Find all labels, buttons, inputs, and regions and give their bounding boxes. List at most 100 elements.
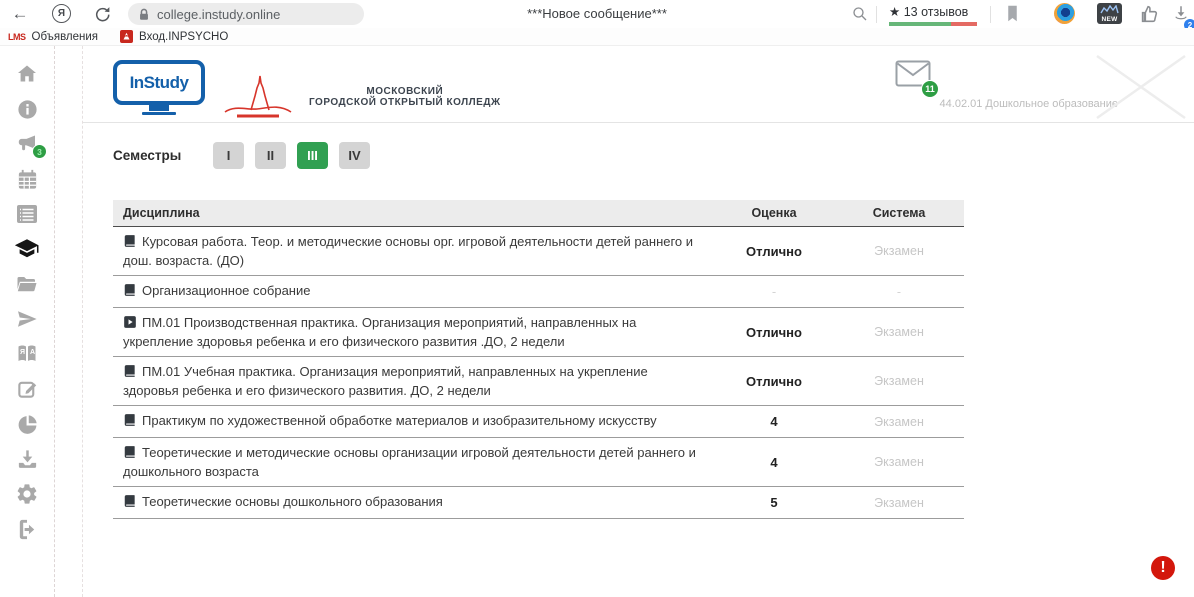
page-header: InStudy МОСКОВСКИЙ ГОРОДСКОЙ ОТКРЫТЫЙ КО…	[83, 54, 1194, 123]
table-body: Курсовая работа. Теор. и методические ос…	[113, 227, 964, 519]
system-cell: Экзамен	[834, 496, 964, 510]
graduation-cap-icon	[14, 237, 40, 261]
reviews-widget[interactable]: ★ 13 отзывов	[889, 4, 981, 26]
semesters-label: Семестры	[113, 148, 179, 163]
semester-button-3-active[interactable]: III	[297, 142, 328, 169]
rate-page-button[interactable]	[1138, 3, 1160, 30]
table-row[interactable]: Курсовая работа. Теор. и методические ос…	[113, 227, 964, 276]
toolbar-separator	[876, 6, 877, 23]
bookmark-label: Вход.INPSYCHO	[139, 31, 228, 43]
sidebar-item-files[interactable]	[14, 272, 40, 296]
discipline-cell: Теоретические и методические основы орга…	[113, 438, 714, 486]
instudy-monitor-icon: InStudy	[113, 60, 205, 105]
bookmark-announcements[interactable]: LMS Объявления	[8, 31, 98, 43]
system-cell: -	[834, 285, 964, 299]
college-logo: МОСКОВСКИЙ ГОРОДСКОЙ ОТКРЫТЫЙ КОЛЛЕДЖ	[221, 66, 501, 118]
svg-text:Я: Я	[20, 349, 25, 356]
dictionary-icon: AЯ	[15, 343, 39, 365]
mail-badge: 11	[921, 80, 939, 98]
grade-cell: Отлично	[714, 244, 834, 259]
inpsycho-icon	[120, 30, 133, 43]
star-icon: ★	[889, 5, 900, 19]
grades-table: Дисциплина Оценка Система Курсовая работ…	[113, 200, 964, 519]
play-icon	[123, 315, 137, 333]
bookmark-inpsycho[interactable]: Вход.INPSYCHO	[120, 30, 228, 43]
sidebar-item-settings[interactable]	[14, 482, 40, 506]
calendar-icon	[16, 168, 39, 191]
semester-button-2[interactable]: II	[255, 142, 286, 169]
sidebar-item-logout[interactable]	[14, 517, 40, 541]
sidebar-item-info[interactable]	[14, 97, 40, 121]
semester-button-1[interactable]: I	[213, 142, 244, 169]
sidebar-item-messages[interactable]	[14, 307, 40, 331]
program-label: 44.02.01 Дошкольное образование	[783, 98, 1118, 110]
system-cell: Экзамен	[834, 415, 964, 429]
bookmarks-bar: LMS Объявления Вход.INPSYCHO	[0, 28, 1194, 46]
book-icon	[123, 445, 137, 463]
main-content: InStudy МОСКОВСКИЙ ГОРОДСКОЙ ОТКРЫТЫЙ КО…	[82, 46, 1194, 597]
semester-button-4[interactable]: IV	[339, 142, 370, 169]
sidebar-item-dictionary[interactable]: AЯ	[14, 342, 40, 366]
system-cell: Экзамен	[834, 325, 964, 339]
mail-button[interactable]: 11	[895, 60, 931, 92]
discipline-name: ПМ.01 Производственная практика. Организ…	[123, 315, 636, 349]
table-row[interactable]: ПМ.01 Учебная практика. Организация меро…	[113, 357, 964, 406]
sidebar-item-downloads[interactable]	[14, 447, 40, 471]
discipline-cell: ПМ.01 Производственная практика. Организ…	[113, 308, 714, 356]
grade-cell: 4	[714, 455, 834, 470]
discipline-cell: Организационное собрание	[113, 276, 714, 307]
rating-bar	[889, 22, 977, 26]
logo-stand-base	[142, 112, 176, 115]
table-row[interactable]: ПМ.01 Производственная практика. Организ…	[113, 308, 964, 357]
book-icon	[123, 413, 137, 431]
edit-icon	[16, 378, 39, 401]
semesters-section: Семестры I II III IV	[113, 142, 370, 169]
logo-stand	[149, 105, 169, 111]
bookmark-button[interactable]	[1004, 4, 1021, 28]
college-name-line2: ГОРОДСКОЙ ОТКРЫТЫЙ КОЛЛЕДЖ	[309, 97, 501, 108]
grade-cell: Отлично	[714, 325, 834, 340]
discipline-name: Организационное собрание	[142, 283, 310, 298]
bookmark-label: Объявления	[32, 31, 99, 43]
watermark-x-icon	[1093, 54, 1189, 120]
announcements-badge: 3	[32, 144, 47, 159]
discipline-cell: Курсовая работа. Теор. и методические ос…	[113, 227, 714, 275]
sidebar-item-schedule[interactable]	[14, 202, 40, 226]
book-icon	[123, 234, 137, 252]
schedule-card-icon	[15, 203, 39, 225]
discipline-cell: ПМ.01 Учебная практика. Организация меро…	[113, 357, 714, 405]
gear-icon	[15, 482, 39, 506]
table-row[interactable]: Организационное собрание --	[113, 276, 964, 308]
discipline-name: ПМ.01 Учебная практика. Организация меро…	[123, 364, 648, 398]
downloads-button[interactable]: 2	[1172, 4, 1190, 27]
table-header: Дисциплина Оценка Система	[113, 200, 964, 227]
sidebar-nav: 3 AЯ	[0, 46, 55, 597]
grade-cell: 5	[714, 495, 834, 510]
sidebar-item-calendar[interactable]	[14, 167, 40, 191]
sidebar-item-announcements[interactable]: 3	[14, 132, 40, 156]
logout-icon	[16, 518, 39, 541]
extension-art-icon	[1100, 5, 1119, 14]
sidebar-item-home[interactable]	[14, 62, 40, 86]
semester-buttons: I II III IV	[213, 142, 370, 169]
search-button[interactable]	[851, 5, 869, 28]
grade-cell: -	[714, 284, 834, 299]
table-row[interactable]: Теоретические основы дошкольного образов…	[113, 487, 964, 519]
kremlin-tower-icon	[221, 66, 299, 118]
new-extension-button[interactable]: NEW	[1097, 3, 1122, 24]
table-row[interactable]: Практикум по художественной обработке ма…	[113, 406, 964, 438]
table-row[interactable]: Теоретические и методические основы орга…	[113, 438, 964, 487]
sidebar-item-statistics[interactable]	[14, 412, 40, 436]
discipline-cell: Практикум по художественной обработке ма…	[113, 406, 714, 437]
sidebar-item-notes[interactable]	[14, 377, 40, 401]
sidebar-item-education-active[interactable]	[14, 237, 40, 261]
browser-extension-button[interactable]	[1054, 3, 1075, 24]
browser-toolbar: ← Я college.instudy.online ***Новое сооб…	[0, 0, 1194, 28]
instudy-logo[interactable]: InStudy	[113, 60, 205, 115]
home-icon	[15, 62, 39, 86]
college-name-line1: МОСКОВСКИЙ	[309, 86, 501, 97]
system-cell: Экзамен	[834, 455, 964, 469]
lms-icon: LMS	[8, 32, 26, 42]
alert-button[interactable]: !	[1151, 556, 1175, 580]
search-icon	[851, 5, 869, 23]
